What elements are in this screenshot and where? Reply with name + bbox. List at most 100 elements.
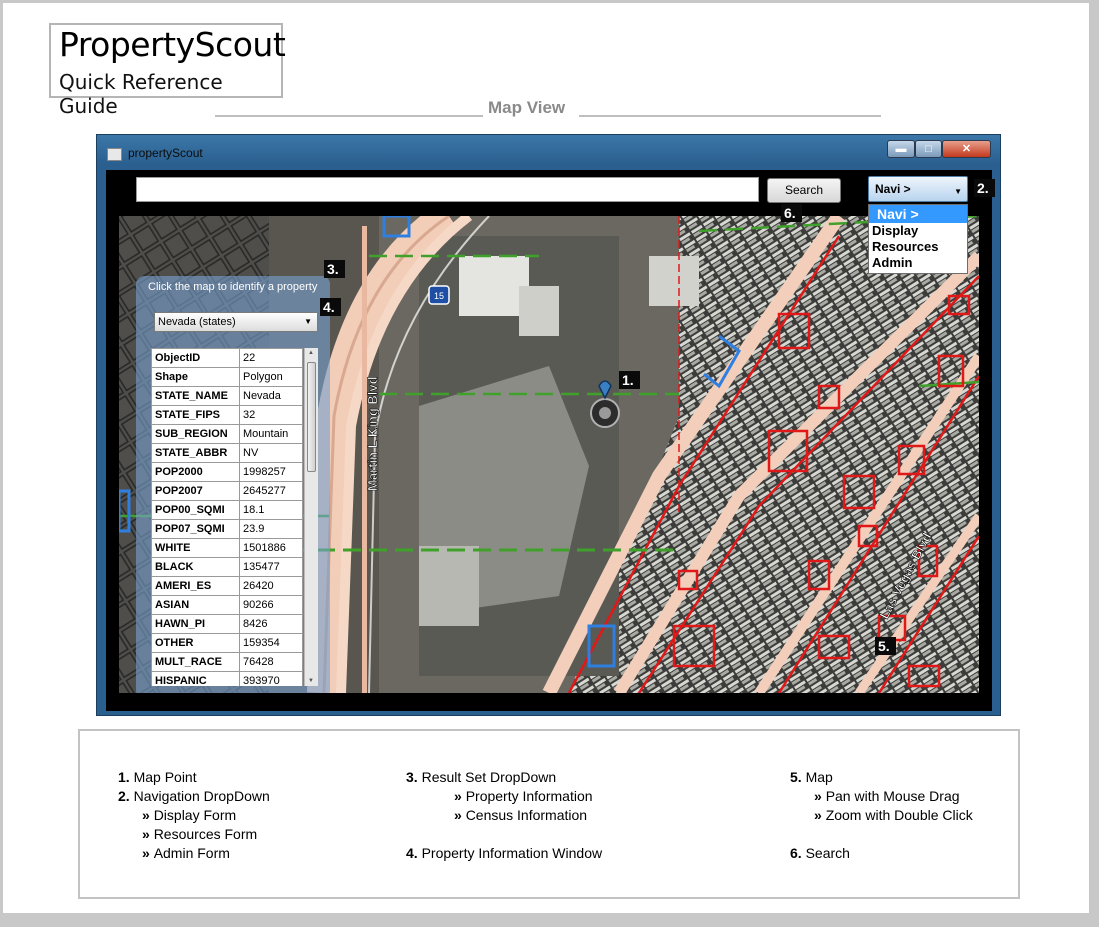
table-row[interactable]: STATE_ABBR NV xyxy=(151,443,303,463)
info-hint-text: Click the map to identify a property xyxy=(148,281,318,293)
chevron-down-icon: ▼ xyxy=(954,187,962,196)
nav-option-display[interactable]: Display xyxy=(869,223,967,239)
callout-5: 5. xyxy=(875,637,896,655)
attribute-value: 18.1 xyxy=(239,500,303,520)
result-set-dropdown[interactable]: Nevada (states) ▼ xyxy=(154,312,318,332)
attribute-value: 76428 xyxy=(239,652,303,672)
result-set-value: Nevada (states) xyxy=(158,316,236,328)
minimize-button[interactable]: ▬ xyxy=(887,140,915,158)
legend-box: 1. Map Point 2. Navigation DropDown Displa… xyxy=(78,729,1020,899)
legend-item: 4. Property Information Window xyxy=(406,845,602,861)
chevron-down-icon: ▼ xyxy=(304,317,312,326)
legend-text: Result Set DropDown xyxy=(421,769,557,785)
callout-2: 2. xyxy=(974,179,995,197)
close-button[interactable]: ✕ xyxy=(942,140,991,158)
maximize-button[interactable]: □ xyxy=(915,140,942,158)
attribute-name: POP00_SQMI xyxy=(151,500,240,520)
table-row[interactable]: OTHER 159354 xyxy=(151,633,303,653)
scroll-up-icon[interactable]: ▲ xyxy=(308,350,314,356)
attribute-value: 135477 xyxy=(239,557,303,577)
attribute-name: Shape xyxy=(151,367,240,387)
doc-title: PropertyScout xyxy=(59,25,286,64)
attribute-value: 1998257 xyxy=(239,462,303,482)
attribute-value: Nevada xyxy=(239,386,303,406)
legend-number: 4. xyxy=(406,845,418,861)
attribute-name: STATE_FIPS xyxy=(151,405,240,425)
section-rule-right xyxy=(579,115,881,117)
table-row[interactable]: Shape Polygon xyxy=(151,367,303,387)
nav-option-navi[interactable]: Navi > xyxy=(869,205,967,223)
table-row[interactable]: AMERI_ES 26420 xyxy=(151,576,303,596)
nav-option-admin[interactable]: Admin xyxy=(869,255,967,271)
nav-option-resources[interactable]: Resources xyxy=(869,239,967,255)
table-row[interactable]: POP07_SQMI 23.9 xyxy=(151,519,303,539)
attribute-value: 2645277 xyxy=(239,481,303,501)
search-button[interactable]: Search xyxy=(767,178,841,203)
table-row[interactable]: STATE_FIPS 32 xyxy=(151,405,303,425)
legend-number: 1. xyxy=(118,769,130,785)
legend-item: 5. Map xyxy=(790,769,833,785)
table-row[interactable]: POP2007 2645277 xyxy=(151,481,303,501)
attribute-value: 23.9 xyxy=(239,519,303,539)
legend-subitem: Resources Form xyxy=(142,826,257,842)
table-row[interactable]: ObjectID 22 xyxy=(151,348,303,368)
table-row[interactable]: HISPANIC 393970 xyxy=(151,671,303,686)
legend-number: 3. xyxy=(406,769,418,785)
attribute-name: SUB_REGION xyxy=(151,424,240,444)
table-row[interactable]: ASIAN 90266 xyxy=(151,595,303,615)
map-view[interactable]: 15 Martin L King Blvd Las Vegas Blvd Cli… xyxy=(119,216,979,693)
attribute-name: POP2007 xyxy=(151,481,240,501)
attribute-name: ObjectID xyxy=(151,348,240,368)
legend-subitem: Census Information xyxy=(454,807,587,823)
legend-item: 1. Map Point xyxy=(118,769,197,785)
attribute-name: MULT_RACE xyxy=(151,652,240,672)
attribute-name: STATE_NAME xyxy=(151,386,240,406)
scroll-down-icon[interactable]: ▼ xyxy=(308,678,314,684)
search-input[interactable] xyxy=(136,177,759,202)
legend-item: 3. Result Set DropDown xyxy=(406,769,556,785)
callout-3: 3. xyxy=(324,260,345,278)
interstate-shield-text: 15 xyxy=(434,291,444,301)
legend-number: 2. xyxy=(118,788,130,804)
legend-number: 5. xyxy=(790,769,802,785)
navigation-dropdown-list: Navi > Display Resources Admin xyxy=(868,204,968,274)
attribute-value: 8426 xyxy=(239,614,303,634)
legend-text: Search xyxy=(805,845,850,861)
table-row[interactable]: WHITE 1501886 xyxy=(151,538,303,558)
attribute-name: WHITE xyxy=(151,538,240,558)
attribute-name: BLACK xyxy=(151,557,240,577)
section-title: Map View xyxy=(488,98,566,117)
table-row[interactable]: HAWN_PI 8426 xyxy=(151,614,303,634)
table-row[interactable]: POP00_SQMI 18.1 xyxy=(151,500,303,520)
info-scrollbar[interactable]: ▲ ▼ xyxy=(304,348,318,686)
table-row[interactable]: MULT_RACE 76428 xyxy=(151,652,303,672)
property-info-window[interactable]: Click the map to identify a property Nev… xyxy=(136,276,330,693)
navigation-dropdown[interactable]: Navi > ▼ xyxy=(868,176,968,202)
table-row[interactable]: STATE_NAME Nevada xyxy=(151,386,303,406)
window-client-area: Search Navi > ▼ Navi > Display Resources… xyxy=(106,170,995,711)
callout-4: 4. xyxy=(320,298,341,316)
attribute-value: 159354 xyxy=(239,633,303,653)
attribute-name: ASIAN xyxy=(151,595,240,615)
attribute-name: HAWN_PI xyxy=(151,614,240,634)
property-attribute-table: ObjectID 22 Shape Polygon STATE_NAME Nevada ST… xyxy=(151,348,303,686)
scroll-thumb[interactable] xyxy=(307,362,316,472)
legend-subitem: Display Form xyxy=(142,807,236,823)
attribute-name: OTHER xyxy=(151,633,240,653)
attribute-value: 393970 xyxy=(239,671,303,686)
app-icon xyxy=(107,148,122,161)
doc-title-box: PropertyScout Quick Reference Guide xyxy=(49,23,286,118)
window-title: propertyScout xyxy=(128,146,203,160)
legend-item: 2. Navigation DropDown xyxy=(118,788,270,804)
doc-subtitle: Quick Reference Guide xyxy=(59,70,223,118)
attribute-value: 26420 xyxy=(239,576,303,596)
attribute-value: Polygon xyxy=(239,367,303,387)
table-row[interactable]: POP2000 1998257 xyxy=(151,462,303,482)
table-row[interactable]: BLACK 135477 xyxy=(151,557,303,577)
attribute-value: 32 xyxy=(239,405,303,425)
legend-subitem: Admin Form xyxy=(142,845,230,861)
table-row[interactable]: SUB_REGION Mountain xyxy=(151,424,303,444)
legend-subitem: Pan with Mouse Drag xyxy=(814,788,960,804)
legend-text: Property Information Window xyxy=(421,845,603,861)
navigation-dropdown-value: Navi > xyxy=(875,182,911,196)
